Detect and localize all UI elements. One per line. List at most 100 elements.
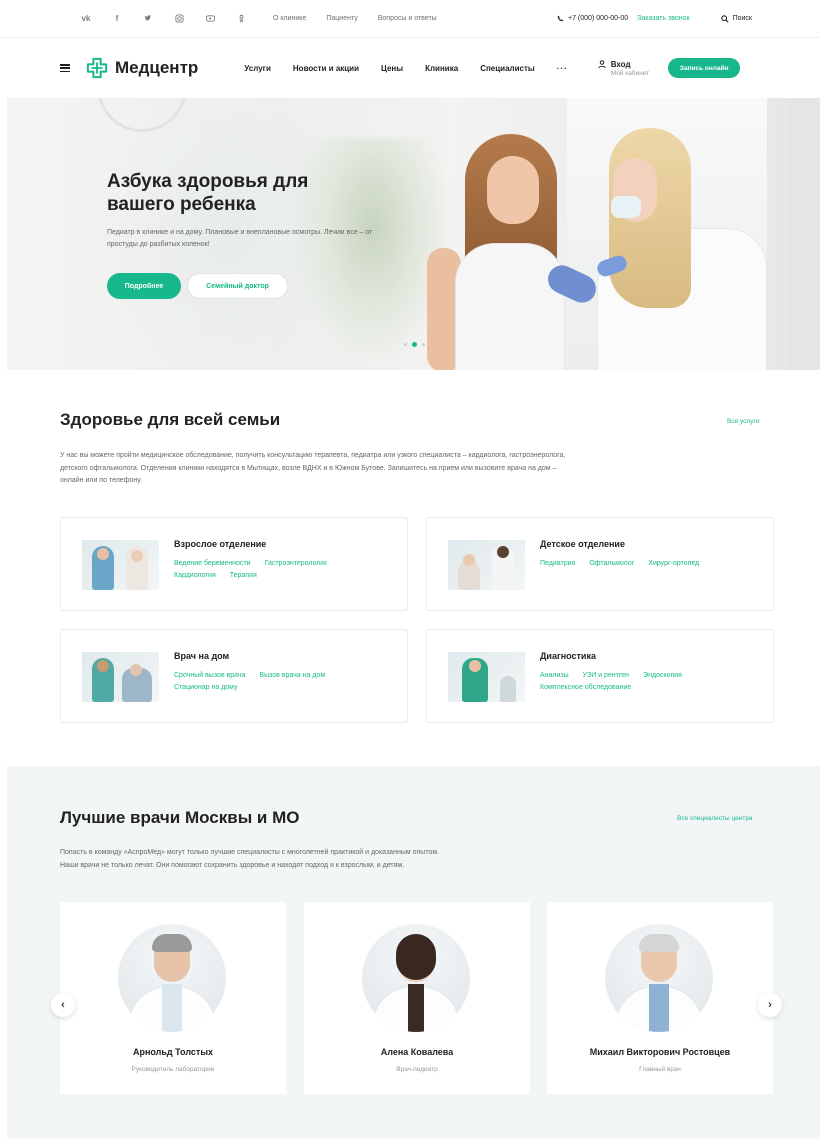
all-services-link[interactable]: Все услуги — [727, 418, 759, 425]
tag-link[interactable]: Комплексное обследование — [540, 684, 631, 691]
doctor-mask — [611, 196, 641, 218]
services-description: У нас вы можете пройти медицинское обсле… — [60, 452, 566, 484]
tag-link[interactable]: Гастроэнтерология — [265, 560, 327, 567]
image-figure-head — [97, 548, 109, 560]
tag-link[interactable]: УЗИ и рентген — [583, 672, 629, 679]
top-links: О клинике Пациенту Вопросы и ответы — [273, 15, 437, 22]
tag-link[interactable]: Офтальмолог — [589, 560, 634, 567]
top-link-faq[interactable]: Вопросы и ответы — [378, 15, 437, 22]
tag-link[interactable]: Вызов врача на дом — [259, 672, 325, 679]
hero-more-button[interactable]: Подробнее — [107, 273, 181, 299]
doctor-hair — [609, 128, 691, 308]
service-card-adult[interactable]: Взрослое отделение Ведение беременности Г… — [60, 517, 408, 611]
image-figure-head — [497, 546, 509, 558]
logo[interactable]: Медцентр — [86, 57, 198, 79]
nav-services[interactable]: Услуги — [244, 64, 271, 73]
chevron-left-icon: ‹ — [61, 999, 65, 1011]
tag-link[interactable]: Терапия — [230, 572, 257, 579]
services-title: Здоровье для всей семьи — [60, 410, 281, 429]
tag-link[interactable]: Анализы — [540, 672, 569, 679]
tag-link[interactable]: Эндоскопия — [643, 672, 682, 679]
hero-family-doctor-button[interactable]: Семейный доктор — [187, 273, 288, 299]
service-card-diagnostics[interactable]: Диагностика Анализы УЗИ и рентген Эндоскоп… — [426, 629, 774, 723]
tag-link[interactable]: Стационар на дому — [174, 684, 238, 691]
card-tags: Педиатрия Офтальмолог Хирург-ортопед — [540, 558, 765, 570]
card-title: Диагностика — [540, 651, 596, 661]
chevron-right-icon: › — [768, 999, 772, 1011]
photo-shirt — [649, 984, 669, 1032]
image-figure-head — [463, 554, 475, 566]
kids-department-image — [448, 540, 525, 590]
top-link-patient[interactable]: Пациенту — [326, 15, 357, 22]
carousel-next-button[interactable]: › — [758, 993, 782, 1017]
nav-news[interactable]: Новости и акции — [293, 64, 359, 73]
menu-icon[interactable] — [60, 64, 70, 72]
top-bar: vk f О клинике Пациенту Вопросы и ответы… — [0, 0, 820, 38]
service-card-home-doctor[interactable]: Врач на дом Срочный вызов врача Вызов вра… — [60, 629, 408, 723]
doctor-name: Михаил Викторович Ростовцев — [589, 1047, 731, 1057]
service-card-kids[interactable]: Детское отделение Педиатрия Офтальмолог Хи… — [426, 517, 774, 611]
slider-dot-2[interactable] — [412, 342, 417, 347]
login-subtitle: Мой кабинет — [610, 69, 650, 77]
doctor-card[interactable]: Алена Ковалева Врач-педиатр — [304, 902, 530, 1094]
vk-icon[interactable]: vk — [80, 13, 92, 25]
main-header: Медцентр Услуги Новости и акции Цены Кли… — [0, 38, 820, 98]
doctors-description-line-1: Попасть в команду «АспроМед» могут тольк… — [60, 849, 440, 856]
carousel-prev-button[interactable]: ‹ — [51, 993, 75, 1017]
card-title: Взрослое отделение — [174, 539, 267, 549]
youtube-icon[interactable] — [204, 13, 216, 25]
doctor-photo — [362, 924, 470, 1032]
doctor-photo — [605, 924, 713, 1032]
nav-prices[interactable]: Цены — [381, 64, 403, 73]
doctor-role: Руководитель лаборатории — [131, 1066, 215, 1073]
book-online-button[interactable]: Запись онлайн — [668, 58, 741, 78]
tag-link[interactable]: Срочный вызов врача — [174, 672, 245, 679]
adult-department-image — [82, 540, 159, 590]
search-icon — [720, 14, 729, 23]
top-link-about[interactable]: О клинике — [273, 15, 306, 22]
doctor-card[interactable]: Михаил Викторович Ростовцев Главный врач — [547, 902, 773, 1094]
all-specialists-link[interactable]: Все специалисты центра — [677, 815, 753, 822]
social-links: vk f — [80, 13, 247, 25]
card-tags: Анализы УЗИ и рентген Эндоскопия Комплексн… — [540, 670, 765, 694]
doctors-title: Лучшие врачи Москвы и МО — [60, 808, 300, 827]
photo-shirt — [408, 984, 424, 1032]
girl-face — [487, 156, 539, 224]
logo-text: Медцентр — [115, 58, 199, 77]
user-icon — [598, 59, 606, 68]
doctors-description-line-2: Наши врачи не только лечат. Они помогают… — [60, 861, 405, 869]
slider-dots — [404, 342, 425, 347]
slider-dot-3[interactable] — [422, 343, 425, 346]
photo-hair — [639, 934, 679, 952]
nav-clinic[interactable]: Клиника — [425, 64, 458, 73]
doctor-card[interactable]: Арнольд Толстых Руководитель лаборатории — [60, 902, 286, 1094]
phone-icon — [557, 15, 564, 22]
callback-link[interactable]: Заказать звонок — [637, 15, 689, 22]
slider-dot-1[interactable] — [404, 343, 407, 346]
hero-buttons: Подробнее Семейный доктор — [107, 273, 288, 299]
hero-banner: Азбука здоровья для вашего ребенка Педиа… — [7, 98, 820, 370]
twitter-icon[interactable] — [142, 13, 154, 25]
microscope-shape — [500, 676, 516, 702]
odnoklassniki-icon[interactable] — [235, 13, 247, 25]
phone-link[interactable]: +7 (000) 000-00-00 — [557, 15, 628, 22]
search-label: Поиск — [732, 15, 752, 22]
doctor-name: Алена Ковалева — [380, 1047, 454, 1057]
search-button[interactable]: Поиск — [720, 14, 752, 23]
card-tags: Срочный вызов врача Вызов врача на дом Ст… — [174, 670, 399, 694]
card-title: Детское отделение — [540, 539, 625, 549]
main-nav: Услуги Новости и акции Цены Клиника Спец… — [244, 64, 589, 73]
login-text: Вход Мой кабинет — [611, 60, 649, 77]
doctor-name: Арнольд Толстых — [132, 1047, 214, 1057]
girl-body — [455, 243, 565, 370]
tag-link[interactable]: Хирург-ортопед — [648, 560, 699, 567]
facebook-icon[interactable]: f — [111, 13, 123, 25]
tag-link[interactable]: Ведение беременности — [174, 560, 251, 567]
login-link[interactable]: Вход Мой кабинет — [598, 60, 649, 77]
nav-specialists[interactable]: Специалисты — [480, 64, 535, 73]
hero-text: Педиатр в клинике и на дому. Плановые и … — [107, 229, 373, 248]
nav-more[interactable]: ··· — [557, 64, 568, 73]
tag-link[interactable]: Педиатрия — [540, 560, 575, 567]
tag-link[interactable]: Кардиология — [174, 572, 216, 579]
instagram-icon[interactable] — [173, 13, 185, 25]
